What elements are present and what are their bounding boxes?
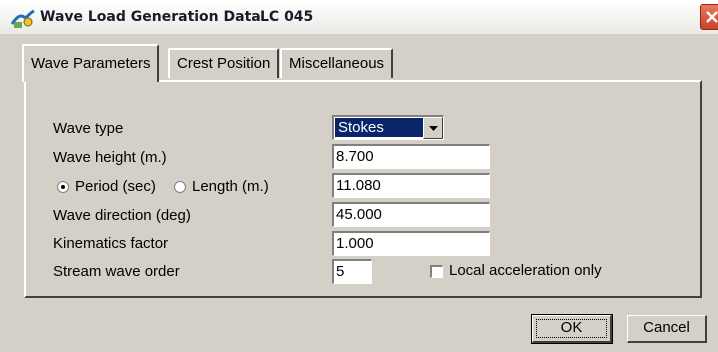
wave-height-input[interactable]: 8.700: [332, 144, 490, 169]
tab-label: Wave Parameters: [31, 55, 151, 72]
tab-label: Crest Position: [177, 55, 271, 72]
period-length-input[interactable]: 11.080: [332, 173, 490, 198]
stream-wave-order-input[interactable]: 5: [332, 259, 372, 284]
cancel-button[interactable]: Cancel: [627, 315, 707, 343]
period-radio[interactable]: [57, 181, 69, 193]
wave-height-label: Wave height (m.): [53, 149, 167, 166]
local-acceleration-label: Local acceleration only: [449, 262, 602, 279]
close-button[interactable]: [700, 4, 718, 30]
window-title: Wave Load Generation Data: [40, 9, 261, 25]
wave-parameters-panel: Wave type Stokes Wave height (m.) 8.700 …: [24, 80, 702, 298]
dropdown-button[interactable]: [423, 117, 443, 139]
app-icon: [10, 8, 36, 30]
wave-direction-label: Wave direction (deg): [53, 207, 191, 224]
wave-direction-input[interactable]: 45.000: [332, 202, 490, 227]
tab-label: Miscellaneous: [289, 55, 385, 72]
load-case-label: LC 045: [260, 9, 314, 25]
wave-type-label: Wave type: [53, 120, 124, 137]
local-acceleration-checkbox[interactable]: [430, 265, 443, 278]
wave-type-value: Stokes: [335, 118, 423, 137]
wave-type-select[interactable]: Stokes: [332, 115, 444, 140]
stream-wave-order-label: Stream wave order: [53, 263, 180, 280]
kinematics-factor-label: Kinematics factor: [53, 235, 169, 252]
tab-miscellaneous[interactable]: Miscellaneous: [280, 48, 394, 78]
period-label: Period (sec): [75, 178, 156, 195]
tab-crest-position[interactable]: Crest Position: [168, 48, 280, 78]
tab-wave-parameters[interactable]: Wave Parameters: [22, 44, 160, 82]
kinematics-factor-input[interactable]: 1.000: [332, 231, 490, 256]
dialog-window: Wave Load Generation Data LC 045 Wave Pa…: [0, 0, 718, 352]
ok-button[interactable]: OK: [531, 314, 613, 344]
length-radio[interactable]: [174, 181, 186, 193]
length-label: Length (m.): [192, 178, 269, 195]
title-bar[interactable]: Wave Load Generation Data LC 045: [0, 0, 718, 34]
